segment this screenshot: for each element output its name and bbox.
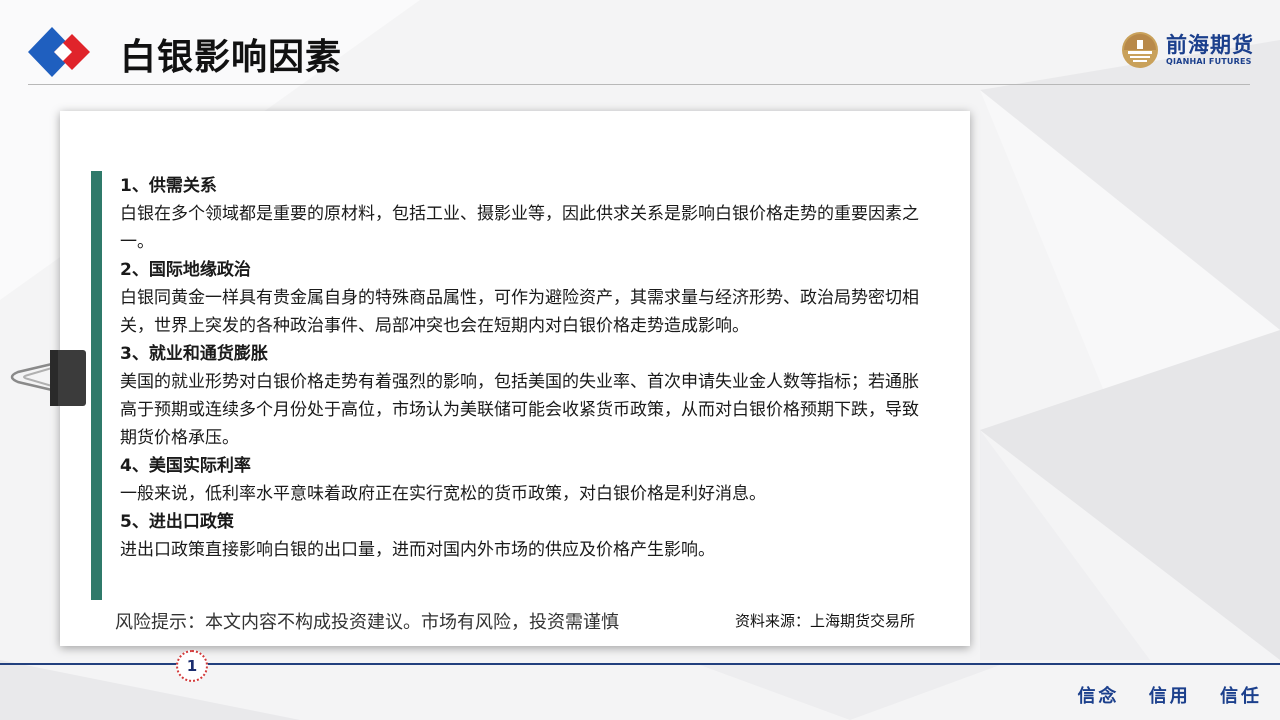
brand-emblem-icon — [1122, 32, 1158, 68]
section-body: 白银在多个领域都是重要的原材料，包括工业、摄影业等，因此供求关系是影响白银价格走… — [120, 204, 919, 252]
section-title: 3、就业和通货膨胀 — [120, 344, 268, 364]
accent-bar — [91, 171, 102, 600]
section-title: 1、供需关系 — [120, 176, 217, 196]
section-title: 5、进出口政策 — [120, 512, 234, 532]
company-diamond-logo — [28, 27, 90, 77]
factor-section: 4、美国实际利率 一般来说，低利率水平意味着政府正在实行宽松的货币政策，对白银价… — [120, 452, 920, 508]
slogan-word: 信用 — [1148, 686, 1191, 707]
binder-clip-icon — [10, 350, 86, 406]
factor-section: 2、国际地缘政治 白银同黄金一样具有贵金属自身的特殊商品属性，可作为避险资产，其… — [120, 256, 920, 340]
section-body: 进出口政策直接影响白银的出口量，进而对国内外市场的供应及价格产生影响。 — [120, 540, 715, 560]
brand-logo: 前海期货 QIANHAI FUTURES — [1120, 30, 1254, 70]
section-body: 美国的就业形势对白银价格走势有着强烈的影响，包括美国的失业率、首次申请失业金人数… — [120, 372, 919, 448]
factor-section: 1、供需关系 白银在多个领域都是重要的原材料，包括工业、摄影业等，因此供求关系是… — [120, 172, 920, 256]
header-divider — [28, 84, 1250, 85]
brand-name-en: QIANHAI FUTURES — [1166, 57, 1252, 66]
content-card: 1、供需关系 白银在多个领域都是重要的原材料，包括工业、摄影业等，因此供求关系是… — [60, 111, 970, 646]
section-body: 一般来说，低利率水平意味着政府正在实行宽松的货币政策，对白银价格是利好消息。 — [120, 484, 766, 504]
data-source: 资料来源：上海期货交易所 — [735, 612, 916, 630]
company-slogan: 信念 信用 信任 — [1057, 682, 1262, 708]
section-title: 2、国际地缘政治 — [120, 260, 251, 280]
page-number-badge: 1 — [176, 650, 208, 682]
page-title: 白银影响因素 — [120, 37, 343, 78]
section-body: 白银同黄金一样具有贵金属自身的特殊商品属性，可作为避险资产，其需求量与经济形势、… — [120, 288, 919, 336]
factor-section: 3、就业和通货膨胀 美国的就业形势对白银价格走势有着强烈的影响，包括美国的失业率… — [120, 340, 920, 452]
slogan-word: 信念 — [1077, 686, 1120, 707]
brand-name-cn: 前海期货 — [1166, 32, 1254, 57]
factor-section: 5、进出口政策 进出口政策直接影响白银的出口量，进而对国内外市场的供应及价格产生… — [120, 508, 920, 564]
factor-list: 1、供需关系 白银在多个领域都是重要的原材料，包括工业、摄影业等，因此供求关系是… — [120, 172, 920, 564]
section-title: 4、美国实际利率 — [120, 456, 251, 476]
slogan-word: 信任 — [1220, 686, 1262, 707]
risk-disclaimer: 风险提示：本文内容不构成投资建议。市场有风险，投资需谨慎 — [115, 612, 619, 633]
